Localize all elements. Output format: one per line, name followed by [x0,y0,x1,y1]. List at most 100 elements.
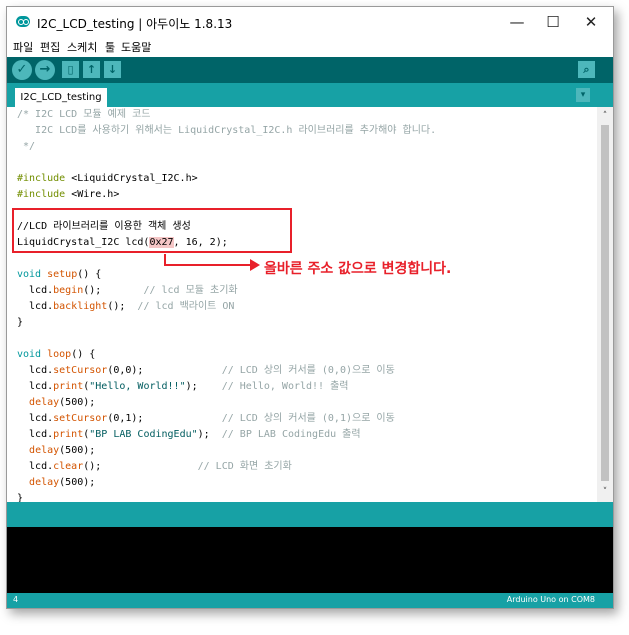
code-line: lcd.backlight(); // lcd 백라이트 ON [17,299,234,315]
code-line: lcd.clear(); // LCD 화면 초기화 [17,459,292,475]
status-bar: 4 Arduino Uno on COM8 [7,593,613,608]
code-token: ); [197,429,222,440]
code-function: clear [53,461,84,472]
code-token: lcd. [17,429,54,440]
code-comment: // LCD 상의 커서를 (0,1)으로 이동 [221,413,395,424]
code-function: setup [41,269,78,280]
code-editor[interactable]: /* I2C LCD 모듈 예제 코드 I2C LCD를 사용하기 위해서는 L… [7,107,597,502]
code-token: lcd. [17,461,54,472]
code-comment: // lcd 백라이트 ON [137,301,235,312]
code-keyword: void [17,269,42,280]
tab-bar: I2C_LCD_testing ▾ [7,83,613,107]
toolbar: ✓ → ▯ ↑ ↓ ⌕ [7,57,613,83]
serial-monitor-button[interactable]: ⌕ [578,61,595,78]
code-line: lcd.setCursor(0,0); // LCD 상의 커서를 (0,0)으… [17,363,395,379]
code-function: delay [29,445,60,456]
code-token: ); [185,381,222,392]
code-string: "BP LAB CodingEdu" [89,429,198,440]
code-line: delay(500); [17,395,95,411]
editor-scrollbar[interactable]: ˄ ˅ [597,107,613,502]
code-comment: // lcd 모듈 초기화 [143,285,238,296]
tab-menu-icon[interactable]: ▾ [576,88,590,102]
code-line: I2C LCD를 사용하기 위해서는 LiquidCrystal_I2C.h 라… [17,125,437,136]
new-sketch-button[interactable]: ▯ [62,61,79,78]
code-token: (500); [59,445,96,456]
code-line: void loop() { [17,347,95,363]
code-function: backlight [53,301,108,312]
code-token: (); [107,301,138,312]
code-token: lcd. [17,381,54,392]
open-sketch-button[interactable]: ↑ [83,61,100,78]
code-comment: // Hello, World!! 출력 [221,381,349,392]
code-line: } [17,493,24,502]
code-token: (); [83,285,144,296]
menu-tools[interactable]: 툴 [105,39,115,55]
code-line: void setup() { [17,267,101,283]
code-function: delay [29,397,60,408]
window-title: I2C_LCD_testing | 아두이노 1.8.13 [37,17,233,31]
tab-i2c-lcd-testing[interactable]: I2C_LCD_testing [15,88,107,107]
scroll-down-icon[interactable]: ˅ [597,485,613,499]
line-number: 4 [13,595,19,604]
code-token: (0,1); [107,413,222,424]
code-line: delay(500); [17,443,95,459]
code-function: loop [41,349,72,360]
code-keyword: void [17,349,42,360]
include-directive: #include [17,173,72,184]
code-line: lcd.begin(); // lcd 모듈 초기화 [17,283,238,299]
code-function: setCursor [53,413,108,424]
code-line: lcd.setCursor(0,1); // LCD 상의 커서를 (0,1)으… [17,411,395,427]
code-line: delay(500); [17,475,95,491]
code-line: lcd.print("BP LAB CodingEdu"); // BP LAB… [17,427,361,443]
upload-button[interactable]: → [35,60,55,80]
title-bar: I2C_LCD_testing | 아두이노 1.8.13 — ☐ ✕ [7,7,613,37]
annotation-arrow-shaft [164,264,252,266]
annotation-text: 올바른 주소 값으로 변경합니다. [264,261,452,277]
code-comment: // LCD 상의 커서를 (0,0)으로 이동 [221,365,395,376]
code-function: delay [29,477,60,488]
menu-sketch[interactable]: 스케치 [67,39,97,55]
code-line: } [17,317,24,328]
code-comment: // BP LAB CodingEdu 출력 [221,429,361,440]
code-function: print [53,429,84,440]
code-token: lcd. [17,365,54,376]
console-output[interactable] [7,527,613,593]
annotation-arrow-icon [250,259,260,271]
code-token: lcd. [17,413,54,424]
board-port-label: Arduino Uno on COM8 [506,595,595,604]
code-line: #include <LiquidCrystal_I2C.h> [17,171,198,187]
code-line: lcd.print("Hello, World!!"); // Hello, W… [17,379,349,395]
message-area [7,502,613,527]
close-button[interactable]: ✕ [578,11,604,33]
code-line: #include <Wire.h> [17,187,119,203]
code-comment: // LCD 화면 초기화 [197,461,292,472]
menu-edit[interactable]: 편집 [40,39,60,55]
code-token: (); [83,461,198,472]
code-token: lcd. [17,285,54,296]
include-header: <LiquidCrystal_I2C.h> [71,173,198,184]
verify-button[interactable]: ✓ [12,60,32,80]
code-string: "Hello, World!!" [89,381,186,392]
scroll-up-icon[interactable]: ˄ [597,109,613,123]
code-line: /* I2C LCD 모듈 예제 코드 [17,109,151,120]
arduino-logo-icon [16,16,30,27]
code-function: begin [53,285,84,296]
maximize-button[interactable]: ☐ [540,11,566,33]
code-token: () { [77,269,102,280]
annotation-highlight-box [12,208,292,253]
minimize-button[interactable]: — [504,11,530,33]
arduino-ide-window: I2C_LCD_testing | 아두이노 1.8.13 — ☐ ✕ 파일 편… [6,6,614,609]
code-function: setCursor [53,365,108,376]
code-token: (0,0); [107,365,222,376]
save-sketch-button[interactable]: ↓ [104,61,121,78]
code-function: print [53,381,84,392]
scrollbar-thumb[interactable] [601,125,609,481]
menu-file[interactable]: 파일 [13,39,33,55]
menu-help[interactable]: 도움말 [121,39,151,55]
menu-bar: 파일 편집 스케치 툴 도움말 [7,37,613,57]
include-header: <Wire.h> [71,189,120,200]
code-token: (500); [59,397,96,408]
